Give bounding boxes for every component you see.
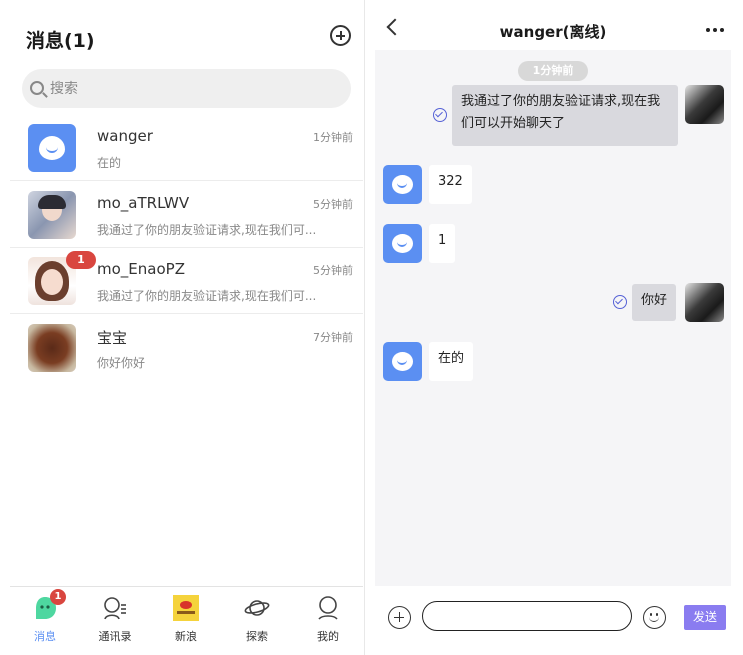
- message-line: 们可以开始聊天了: [461, 116, 566, 131]
- chat-header: wanger(离线): [375, 10, 731, 50]
- search-input[interactable]: [50, 78, 330, 100]
- avatar: [28, 124, 76, 172]
- conversation-preview: 我通过了你的朋友验证请求,现在我们可...: [97, 289, 317, 303]
- message-input[interactable]: [422, 601, 632, 631]
- add-circle-icon[interactable]: [330, 25, 351, 46]
- message-input-bar: 发送: [375, 586, 731, 645]
- incoming-message: 322: [429, 165, 472, 204]
- message-timestamp: 1分钟前: [518, 61, 588, 81]
- tab-badge: 1: [50, 589, 66, 605]
- profile-icon: [318, 596, 338, 620]
- unread-badge: 1: [66, 251, 96, 269]
- tab-sina[interactable]: 新浪: [151, 587, 221, 646]
- contacts-icon: [104, 597, 126, 620]
- conversation-name: 宝宝: [97, 329, 128, 347]
- conversation-item-mo-atrlwv[interactable]: mo_aTRLWV 我通过了你的朋友验证请求,现在我们可... 5分钟前: [10, 182, 363, 248]
- bottom-tab-bar: 1 消息 通讯录 新浪 探索 我的: [10, 586, 363, 645]
- read-check-icon: [613, 295, 627, 309]
- messages-header: 消息(1): [10, 10, 363, 65]
- incoming-message: 1: [429, 224, 456, 263]
- tab-label: 探索: [246, 630, 268, 643]
- chat-title: wanger(离线): [499, 23, 607, 41]
- conversation-name: mo_EnaoPZ: [97, 260, 185, 278]
- contact-avatar[interactable]: [383, 165, 422, 204]
- search-bar[interactable]: [22, 69, 351, 108]
- conversation-preview: 在的: [97, 156, 122, 170]
- search-icon: [30, 81, 44, 95]
- plus-icon[interactable]: [388, 606, 411, 629]
- more-options-icon[interactable]: [706, 28, 724, 32]
- conversation-time: 7分钟前: [313, 331, 353, 344]
- tab-profile[interactable]: 我的: [293, 587, 363, 646]
- tab-label: 我的: [317, 630, 339, 643]
- page-title: 消息(1): [26, 30, 95, 52]
- contact-avatar[interactable]: [383, 224, 422, 263]
- panel-divider: [364, 0, 365, 655]
- contact-avatar[interactable]: [383, 342, 422, 381]
- conversation-name: wanger: [97, 127, 153, 145]
- send-button[interactable]: 发送: [684, 605, 726, 630]
- tab-label: 消息: [34, 630, 56, 643]
- conversation-time: 5分钟前: [313, 198, 353, 211]
- avatar: [28, 324, 76, 372]
- conversation-name: mo_aTRLWV: [97, 194, 190, 212]
- emoji-icon[interactable]: [643, 606, 666, 629]
- conversation-preview: 你好你好: [97, 356, 146, 370]
- conversation-item-wanger[interactable]: wanger 在的 1分钟前: [10, 115, 363, 181]
- conversation-panel: 消息(1) wanger 在的 1分钟前 mo_aTRLWV 我通过了你的朋友验…: [10, 10, 363, 645]
- sina-icon: [173, 595, 199, 621]
- my-avatar[interactable]: [685, 85, 724, 124]
- tab-label: 新浪: [175, 630, 197, 643]
- outgoing-message: 我通过了你的朋友验证请求,现在我 们可以开始聊天了: [452, 85, 678, 146]
- tab-contacts[interactable]: 通讯录: [80, 587, 150, 646]
- conversation-time: 5分钟前: [313, 264, 353, 277]
- chat-panel: wanger(离线) 1分钟前 我通过了你的朋友验证请求,现在我 们可以开始聊天…: [375, 10, 731, 645]
- tab-explore[interactable]: 探索: [222, 587, 292, 646]
- conversation-preview: 我通过了你的朋友验证请求,现在我们可...: [97, 223, 317, 237]
- tab-messages[interactable]: 1 消息: [10, 587, 80, 646]
- incoming-message: 在的: [429, 342, 474, 381]
- tab-label: 通讯录: [98, 630, 132, 643]
- conversation-item-mo-enaopz[interactable]: 1 mo_EnaoPZ 我通过了你的朋友验证请求,现在我们可... 5分钟前: [10, 248, 363, 314]
- outgoing-message: 你好: [632, 284, 677, 321]
- read-check-icon: [433, 108, 447, 122]
- message-line: 我通过了你的朋友验证请求,现在我: [461, 94, 661, 109]
- planet-icon: [244, 600, 270, 616]
- conversation-time: 1分钟前: [313, 131, 353, 144]
- conversation-item-baobao[interactable]: 宝宝 你好你好 7分钟前: [10, 315, 363, 381]
- avatar: [28, 191, 76, 239]
- my-avatar[interactable]: [685, 283, 724, 322]
